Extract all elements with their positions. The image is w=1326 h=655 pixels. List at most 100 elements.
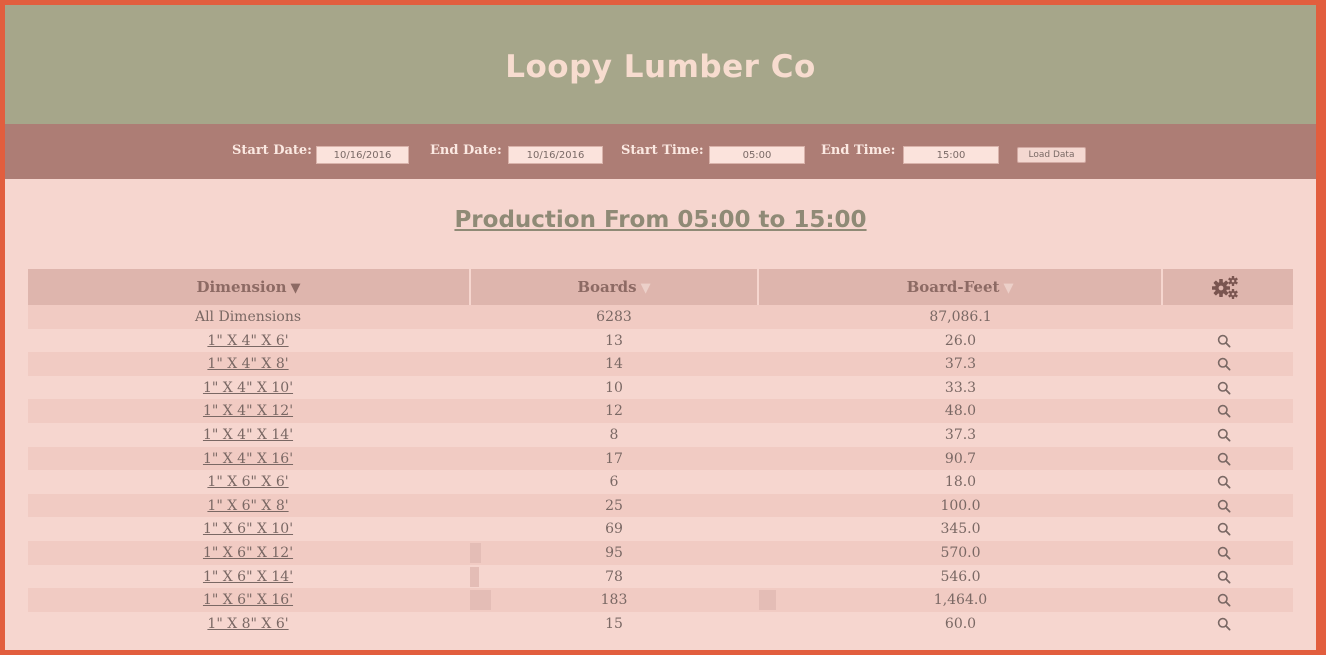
total-row: All Dimensions 6283 87,086.1: [28, 305, 1293, 329]
magnifier-icon[interactable]: [1217, 499, 1231, 513]
dimension-cell: 1" X 4" X 8': [28, 352, 468, 376]
app-header: Loopy Lumber Co: [5, 5, 1316, 124]
board-feet-cell: 26.0: [944, 332, 977, 349]
magnifier-icon[interactable]: [1217, 357, 1231, 371]
magnifier-icon[interactable]: [1217, 546, 1231, 560]
end-time-input[interactable]: 15:00: [903, 146, 999, 164]
end-date-input[interactable]: 10/16/2016: [508, 146, 603, 164]
sort-indicator-icon: ▼: [1003, 281, 1014, 296]
total-board-feet: 87,086.1: [929, 309, 992, 325]
table-row: 1" X 6" X 12' 95 570.0: [28, 540, 1293, 565]
boards-column-header[interactable]: Boards ▼: [469, 269, 757, 305]
board-feet-cell: 37.3: [944, 356, 977, 373]
dimension-link[interactable]: 1" X 6" X 10': [203, 521, 293, 537]
dimension-link[interactable]: 1" X 4" X 6': [207, 333, 288, 349]
table-body: 1" X 4" X 6' 13 26.0 1" X 4" X 8' 14 37.3 1" X…: [28, 328, 1293, 636]
dimension-column-header[interactable]: Dimension ▼: [28, 269, 469, 305]
dimension-link[interactable]: 1" X 8" X 6': [207, 616, 288, 632]
boards-cell: 95: [605, 544, 623, 561]
load-data-button[interactable]: Load Data: [1017, 147, 1086, 163]
dimension-cell: 1" X 4" X 12': [28, 399, 468, 423]
magnifier-icon[interactable]: [1217, 404, 1231, 418]
boards-cell: 10: [605, 379, 623, 396]
board-feet-cell: 90.7: [944, 450, 977, 467]
dimension-link[interactable]: 1" X 6" X 16': [203, 592, 293, 608]
dimension-link[interactable]: 1" X 6" X 8': [207, 498, 288, 514]
dimension-cell: 1" X 6" X 12': [28, 541, 468, 565]
dimension-cell: 1" X 6" X 16': [28, 588, 468, 612]
boards-cell: 6: [609, 474, 619, 491]
dimension-cell: 1" X 6" X 6': [28, 470, 468, 494]
magnifier-icon[interactable]: [1217, 475, 1231, 489]
end-date-label: End Date:: [430, 143, 502, 158]
magnifier-icon[interactable]: [1217, 617, 1231, 631]
board-feet-cell: 570.0: [940, 544, 981, 561]
magnifier-icon[interactable]: [1217, 334, 1231, 348]
dimension-cell: 1" X 6" X 14': [28, 565, 468, 589]
board-feet-cell: 33.3: [944, 379, 977, 396]
production-table: Dimension ▼ Boards ▼ Board-Feet ▼ All Di…: [28, 269, 1293, 636]
dimension-link[interactable]: 1" X 4" X 10': [203, 380, 293, 396]
magnifier-icon[interactable]: [1217, 522, 1231, 536]
dimension-cell: 1" X 4" X 16': [28, 447, 468, 471]
production-title[interactable]: Production From 05:00 to 15:00: [5, 207, 1316, 233]
magnifier-icon[interactable]: [1217, 381, 1231, 395]
table-row: 1" X 8" X 6' 15 60.0: [28, 611, 1293, 636]
board-feet-cell: 1,464.0: [933, 592, 988, 609]
table-header: Dimension ▼ Boards ▼ Board-Feet ▼: [28, 269, 1293, 305]
board-feet-column-header[interactable]: Board-Feet ▼: [757, 269, 1161, 305]
boards-cell: 183: [600, 592, 628, 609]
boards-cell: 69: [605, 521, 623, 538]
dimension-cell: 1" X 6" X 10': [28, 517, 468, 541]
board-feet-header-label: Board-Feet: [906, 278, 1000, 296]
table-row: 1" X 4" X 14' 8 37.3: [28, 422, 1293, 447]
dimension-link[interactable]: 1" X 4" X 14': [203, 427, 293, 443]
dimension-cell: 1" X 4" X 14': [28, 423, 468, 447]
boards-cell: 14: [605, 356, 623, 373]
end-time-label: End Time:: [821, 143, 896, 158]
dimension-link[interactable]: 1" X 6" X 6': [207, 474, 288, 490]
start-time-input[interactable]: 05:00: [709, 146, 805, 164]
board-feet-cell: 48.0: [944, 403, 977, 420]
gears-icon[interactable]: [1206, 269, 1246, 305]
table-row: 1" X 4" X 12' 12 48.0: [28, 399, 1293, 423]
magnifier-icon[interactable]: [1217, 593, 1231, 607]
boards-cell: 15: [605, 615, 623, 632]
table-row: 1" X 6" X 14' 78 546.0: [28, 564, 1293, 589]
table-row: 1" X 4" X 16' 17 90.7: [28, 446, 1293, 471]
app-title: Loopy Lumber Co: [505, 49, 816, 85]
dimension-cell: 1" X 6" X 8': [28, 494, 468, 518]
table-row: 1" X 4" X 8' 14 37.3: [28, 352, 1293, 376]
boards-cell: 17: [605, 450, 623, 467]
dimension-link[interactable]: 1" X 4" X 8': [207, 356, 288, 372]
dimension-cell: 1" X 4" X 10': [28, 376, 468, 400]
dimension-link[interactable]: 1" X 4" X 16': [203, 451, 293, 467]
board-feet-cell: 18.0: [944, 474, 977, 491]
magnifier-icon[interactable]: [1217, 428, 1231, 442]
boards-header-label: Boards: [577, 278, 637, 296]
dimension-link[interactable]: 1" X 4" X 12': [203, 403, 293, 419]
table-row: 1" X 6" X 6' 6 18.0: [28, 470, 1293, 494]
board-feet-cell: 100.0: [940, 497, 981, 514]
boards-cell: 8: [609, 426, 619, 443]
filter-bar: Start Date: 10/16/2016 End Date: 10/16/2…: [5, 124, 1316, 179]
board-feet-cell: 60.0: [944, 615, 977, 632]
board-feet-cell: 345.0: [940, 521, 981, 538]
dimension-link[interactable]: 1" X 6" X 12': [203, 545, 293, 561]
total-dimension: All Dimensions: [194, 309, 302, 325]
table-row: 1" X 4" X 6' 13 26.0: [28, 328, 1293, 353]
dimension-cell: 1" X 4" X 6': [28, 329, 468, 353]
start-date-input[interactable]: 10/16/2016: [316, 146, 409, 164]
boards-cell: 12: [605, 403, 623, 420]
board-feet-cell: 546.0: [940, 568, 981, 585]
magnifier-icon[interactable]: [1217, 452, 1231, 466]
total-boards: 6283: [596, 309, 632, 325]
magnifier-icon[interactable]: [1217, 570, 1231, 584]
dimension-header-label: Dimension: [196, 278, 287, 296]
dimension-link[interactable]: 1" X 6" X 14': [203, 569, 293, 585]
table-row: 1" X 6" X 10' 69 345.0: [28, 517, 1293, 541]
start-time-label: Start Time:: [621, 143, 704, 158]
sort-indicator-icon: ▼: [640, 281, 651, 296]
board-feet-cell: 37.3: [944, 426, 977, 443]
boards-cell: 13: [605, 332, 623, 349]
